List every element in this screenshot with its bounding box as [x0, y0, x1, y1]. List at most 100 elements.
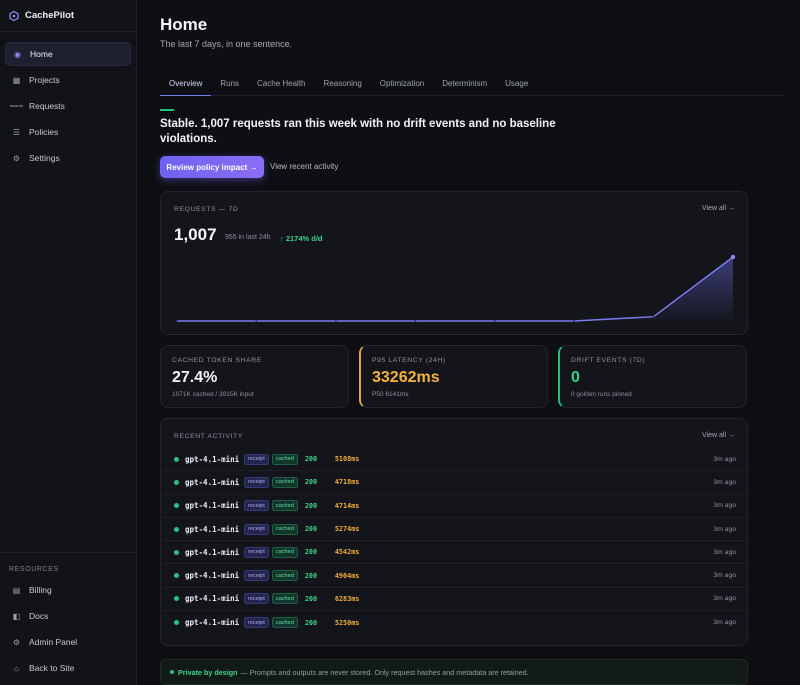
card-icon: ▤	[12, 585, 21, 595]
chart-area-fill	[177, 257, 733, 321]
activity-view-all-link[interactable]: View all →	[702, 432, 735, 439]
nav-item-billing[interactable]: ▤ Billing	[5, 578, 132, 602]
requests-card: REQUESTS — 7D View all → 1,007 955 in la…	[160, 191, 748, 335]
main-nav: ◉ Home ▦ Projects ⩶ Requests ☰ Policies …	[0, 32, 136, 170]
receipt-badge: receipt	[244, 453, 269, 465]
nav-item-docs[interactable]: ◧ Docs	[5, 604, 132, 628]
tab-reasoning[interactable]: Reasoning	[315, 74, 371, 96]
tab-runs[interactable]: Runs	[211, 74, 248, 96]
stat-label: DRIFT EVENTS (7D)	[571, 357, 646, 364]
nav-label: Home	[30, 49, 53, 59]
stat-label: CACHED TOKEN SHARE	[172, 357, 262, 364]
nav-item-back-to-site[interactable]: ⌂ Back to Site	[5, 656, 132, 680]
status-code: 200	[304, 618, 318, 627]
nav-item-requests[interactable]: ⩶ Requests	[5, 94, 131, 118]
stat-sub: 1071K cached / 3915K input	[172, 391, 254, 398]
requests-area-chart	[176, 254, 736, 322]
status-dot-icon	[174, 456, 179, 462]
nav-label: Billing	[29, 585, 52, 595]
recent-activity-card: RECENT ACTIVITY View all → gpt-4.1-mini …	[160, 418, 749, 646]
tab-cache-health[interactable]: Cache Health	[248, 74, 314, 96]
cached-badge: cached	[271, 546, 298, 558]
latency: 5108ms	[334, 455, 360, 464]
stat-card-drift-events: DRIFT EVENTS (7D) 0 0 golden runs pinned	[558, 345, 747, 408]
status-code: 200	[304, 501, 318, 510]
chart-point	[493, 320, 496, 322]
divider	[0, 552, 137, 553]
latency: 6283ms	[334, 594, 360, 603]
requests-view-all-link[interactable]: View all →	[702, 205, 735, 212]
activity-row[interactable]: gpt-4.1-mini receipt cached 200 5274ms 3…	[161, 518, 749, 542]
status-dot-icon	[174, 596, 179, 602]
status-dot-icon	[174, 503, 179, 509]
status-dot-icon	[174, 526, 179, 532]
view-recent-activity-link[interactable]: View recent activity	[270, 156, 338, 178]
chart-series-line	[177, 256, 734, 322]
privacy-banner: Private by design — Prompts and outputs …	[160, 659, 748, 685]
nav-item-projects[interactable]: ▦ Projects	[5, 68, 131, 92]
sidebar: CachePilot ◉ Home ▦ Projects ⩶ Requests …	[0, 0, 137, 685]
circle-dot-icon: ◉	[14, 49, 21, 59]
activity-row[interactable]: gpt-4.1-mini receipt cached 200 4542ms 3…	[161, 541, 749, 565]
chart-points	[176, 254, 736, 322]
main-content: Home The last 7 days, in one sentence. O…	[137, 0, 800, 685]
nav-item-home[interactable]: ◉ Home	[5, 42, 131, 66]
activity-row[interactable]: gpt-4.1-mini receipt cached 200 6283ms 3…	[161, 588, 749, 612]
stat-sub: 0 golden runs pinned	[571, 391, 632, 398]
status-dot-icon	[174, 479, 179, 485]
resources-label: RESOURCES	[9, 566, 59, 573]
activity-row[interactable]: gpt-4.1-mini receipt cached 200 4714ms 3…	[161, 495, 749, 518]
nav-item-settings[interactable]: ⚙ Settings	[5, 146, 131, 170]
nav-label: Settings	[29, 153, 60, 163]
status-code: 200	[304, 548, 318, 557]
receipt-badge: receipt	[244, 500, 269, 512]
receipt-badge: receipt	[244, 546, 269, 558]
privacy-text: — Prompts and outputs are never stored. …	[240, 667, 529, 677]
stat-label: P95 LATENCY (24H)	[372, 357, 446, 364]
activity-list: gpt-4.1-mini receipt cached 200 5108ms 3…	[161, 448, 749, 634]
cached-badge: cached	[271, 593, 298, 605]
timestamp: 3m ago	[713, 502, 736, 510]
nav-label: Back to Site	[29, 663, 75, 673]
tab-usage[interactable]: Usage	[496, 74, 537, 96]
timestamp: 3m ago	[713, 478, 736, 486]
timestamp: 3m ago	[713, 572, 736, 580]
activity-row[interactable]: gpt-4.1-mini receipt cached 200 4904ms 3…	[161, 564, 749, 588]
recent-activity-label: RECENT ACTIVITY	[174, 433, 243, 440]
chart-point	[255, 320, 258, 322]
resources-nav: ▤ Billing ◧ Docs ⚙ Admin Panel ⌂ Back to…	[5, 578, 132, 682]
receipt-badge: receipt	[244, 570, 269, 582]
activity-row[interactable]: gpt-4.1-mini receipt cached 200 5108ms 3…	[161, 448, 749, 472]
model-name: gpt-4.1-mini	[185, 594, 240, 604]
chart-point	[652, 315, 655, 318]
chart-point	[573, 320, 576, 322]
receipt-badge: receipt	[244, 523, 269, 535]
list-icon: ☰	[12, 127, 21, 137]
tab-overview[interactable]: Overview	[160, 74, 212, 96]
chart-point	[334, 320, 337, 322]
nav-item-policies[interactable]: ☰ Policies	[5, 120, 131, 144]
chart-point	[176, 320, 178, 322]
timestamp: 3m ago	[713, 548, 736, 556]
stat-card-cached-token-share: CACHED TOKEN SHARE 27.4% 1071K cached / …	[160, 345, 349, 408]
receipt-badge: receipt	[244, 617, 269, 629]
activity-row[interactable]: gpt-4.1-mini receipt cached 200 5250ms 3…	[161, 611, 749, 634]
chart-point	[730, 254, 736, 260]
requests-card-label: REQUESTS — 7D	[174, 206, 239, 213]
model-name: gpt-4.1-mini	[185, 454, 240, 464]
requests-delta: ↑ 2174% d/d	[280, 234, 323, 243]
house-icon: ⌂	[14, 663, 19, 673]
brand[interactable]: CachePilot	[0, 0, 136, 32]
nav-item-admin-panel[interactable]: ⚙ Admin Panel	[5, 630, 132, 654]
brand-name: CachePilot	[25, 10, 75, 21]
model-name: gpt-4.1-mini	[185, 547, 240, 557]
timestamp: 3m ago	[713, 619, 736, 627]
tab-optimization[interactable]: Optimization	[371, 74, 433, 96]
status-code: 200	[304, 571, 318, 580]
activity-row[interactable]: gpt-4.1-mini receipt cached 200 4718ms 3…	[161, 471, 749, 495]
tab-determinism[interactable]: Determinism	[433, 74, 496, 96]
review-policy-impact-button[interactable]: Review policy impact →	[160, 156, 264, 178]
receipt-badge: receipt	[244, 593, 269, 605]
gear-icon: ⚙	[12, 153, 21, 163]
cached-badge: cached	[271, 453, 298, 465]
